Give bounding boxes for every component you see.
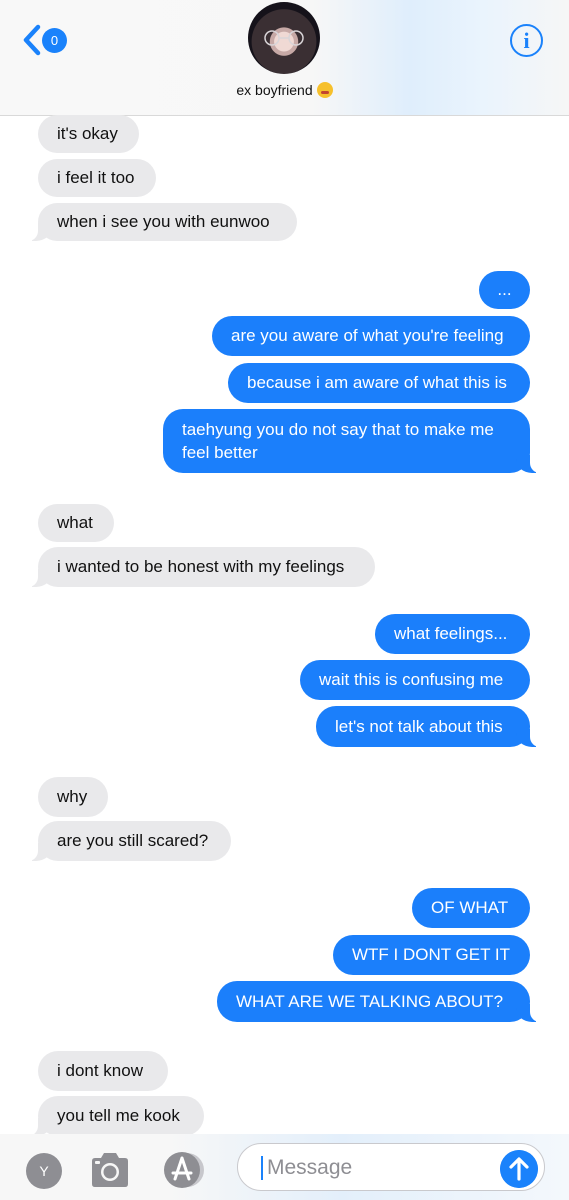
message-bubble-outgoing[interactable]: let's not talk about this — [316, 706, 540, 747]
message-text: WTF I DONT GET IT — [352, 945, 511, 964]
message-text: what — [57, 513, 93, 532]
message-placeholder: Message — [267, 1156, 353, 1179]
message-text: you tell me kook — [57, 1106, 180, 1125]
message-bubble-incoming[interactable]: it's okay — [38, 115, 139, 153]
message-text: ... — [497, 280, 512, 299]
message-input[interactable]: Message — [237, 1143, 545, 1191]
contact-avatar[interactable] — [248, 2, 320, 74]
message-bubble-incoming[interactable]: what — [38, 504, 114, 542]
message-bubble-outgoing[interactable]: wait this is confusing me — [300, 660, 530, 700]
message-bubble-incoming[interactable]: you tell me kook — [28, 1096, 204, 1136]
message-bubble-incoming[interactable]: i wanted to be honest with my feelings — [28, 547, 375, 587]
back-button[interactable]: 0 — [20, 22, 70, 58]
message-bubble-incoming[interactable]: when i see you with eunwoo — [28, 203, 297, 241]
info-button[interactable]: i — [510, 24, 543, 57]
message-bubble-outgoing[interactable]: WTF I DONT GET IT — [333, 935, 530, 975]
app-label: Y — [39, 1163, 49, 1179]
message-bubble-incoming[interactable]: are you still scared? — [28, 821, 231, 861]
message-bubble-outgoing[interactable]: OF WHAT — [412, 888, 530, 928]
message-bubble-incoming[interactable]: why — [38, 777, 108, 817]
message-text: i dont know — [57, 1061, 143, 1080]
message-bubble-incoming[interactable]: i feel it too — [38, 159, 156, 197]
message-text: OF WHAT — [431, 898, 509, 917]
message-text: what feelings... — [394, 624, 508, 643]
message-bubble-outgoing[interactable]: because i am aware of what this is — [228, 363, 530, 403]
message-text: it's okay — [57, 124, 118, 143]
unread-count-badge: 0 — [42, 28, 67, 53]
message-bubble-outgoing[interactable]: taehyung you do not say that to make me … — [163, 409, 540, 473]
glasses-icon — [264, 30, 304, 46]
zany-face-icon — [316, 82, 333, 98]
message-bubble-outgoing[interactable]: are you aware of what you're feeling — [212, 316, 530, 356]
message-text: let's not talk about this — [335, 716, 503, 736]
message-text: taehyung you do not say that to make me … — [182, 420, 494, 462]
message-bubble-outgoing[interactable]: what feelings... — [375, 614, 530, 654]
camera-icon[interactable] — [88, 1150, 132, 1190]
send-button[interactable] — [500, 1150, 538, 1188]
info-icon: i — [523, 28, 530, 53]
message-bubble-outgoing[interactable]: ... — [479, 271, 530, 309]
message-text: when i see you with eunwoo — [57, 212, 270, 231]
message-text: i wanted to be honest with my feelings — [57, 557, 345, 576]
message-text: why — [57, 787, 88, 806]
message-bubble-incoming[interactable]: i dont know — [38, 1051, 168, 1091]
message-bubble-outgoing[interactable]: WHAT ARE WE TALKING ABOUT? — [217, 981, 540, 1022]
message-text: wait this is confusing me — [319, 670, 504, 689]
contact-name-row[interactable]: ex boyfriend — [0, 82, 569, 98]
contact-name: ex boyfriend — [236, 82, 313, 98]
message-text: i feel it too — [57, 168, 135, 187]
message-text: are you still scared? — [57, 831, 209, 850]
app-store-icon[interactable] — [161, 1151, 211, 1189]
text-caret — [261, 1156, 263, 1180]
message-text: are you aware of what you're feeling — [231, 326, 504, 345]
message-text: because i am aware of what this is — [247, 373, 507, 392]
message-text: WHAT ARE WE TALKING ABOUT? — [236, 991, 504, 1011]
app-drawer-button[interactable]: Y — [26, 1153, 62, 1189]
